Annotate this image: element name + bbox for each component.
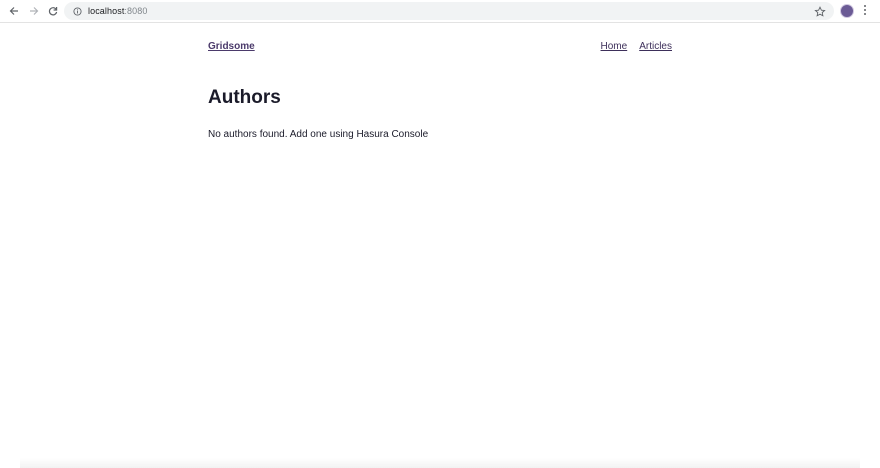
window-bottom-shadow xyxy=(20,458,860,468)
bookmark-star-icon[interactable] xyxy=(814,5,826,17)
url-port: :8080 xyxy=(124,6,148,16)
browser-toolbar: localhost:8080 xyxy=(0,0,880,23)
address-bar[interactable]: localhost:8080 xyxy=(64,2,834,20)
page-title: Authors xyxy=(208,87,281,108)
browser-window: localhost:8080 Gridsome Home Articles Au… xyxy=(0,0,880,468)
empty-state-message: No authors found. Add one using Hasura C… xyxy=(208,129,429,140)
url-host: localhost xyxy=(88,6,125,16)
browser-menu-icon[interactable] xyxy=(862,5,868,17)
reload-icon[interactable] xyxy=(45,3,61,19)
forward-icon[interactable] xyxy=(26,3,42,19)
site-header: Gridsome Home Articles xyxy=(208,41,672,57)
site-nav: Home Articles xyxy=(589,41,672,52)
site-logo-link[interactable]: Gridsome xyxy=(208,41,255,52)
nav-link-articles[interactable]: Articles xyxy=(639,41,672,52)
url-text[interactable]: localhost:8080 xyxy=(88,6,147,16)
back-icon[interactable] xyxy=(6,3,22,19)
profile-avatar-icon[interactable] xyxy=(840,4,854,18)
site-info-icon[interactable] xyxy=(72,6,82,16)
nav-link-home[interactable]: Home xyxy=(601,41,628,52)
page-content: Gridsome Home Articles Authors No author… xyxy=(0,23,880,468)
